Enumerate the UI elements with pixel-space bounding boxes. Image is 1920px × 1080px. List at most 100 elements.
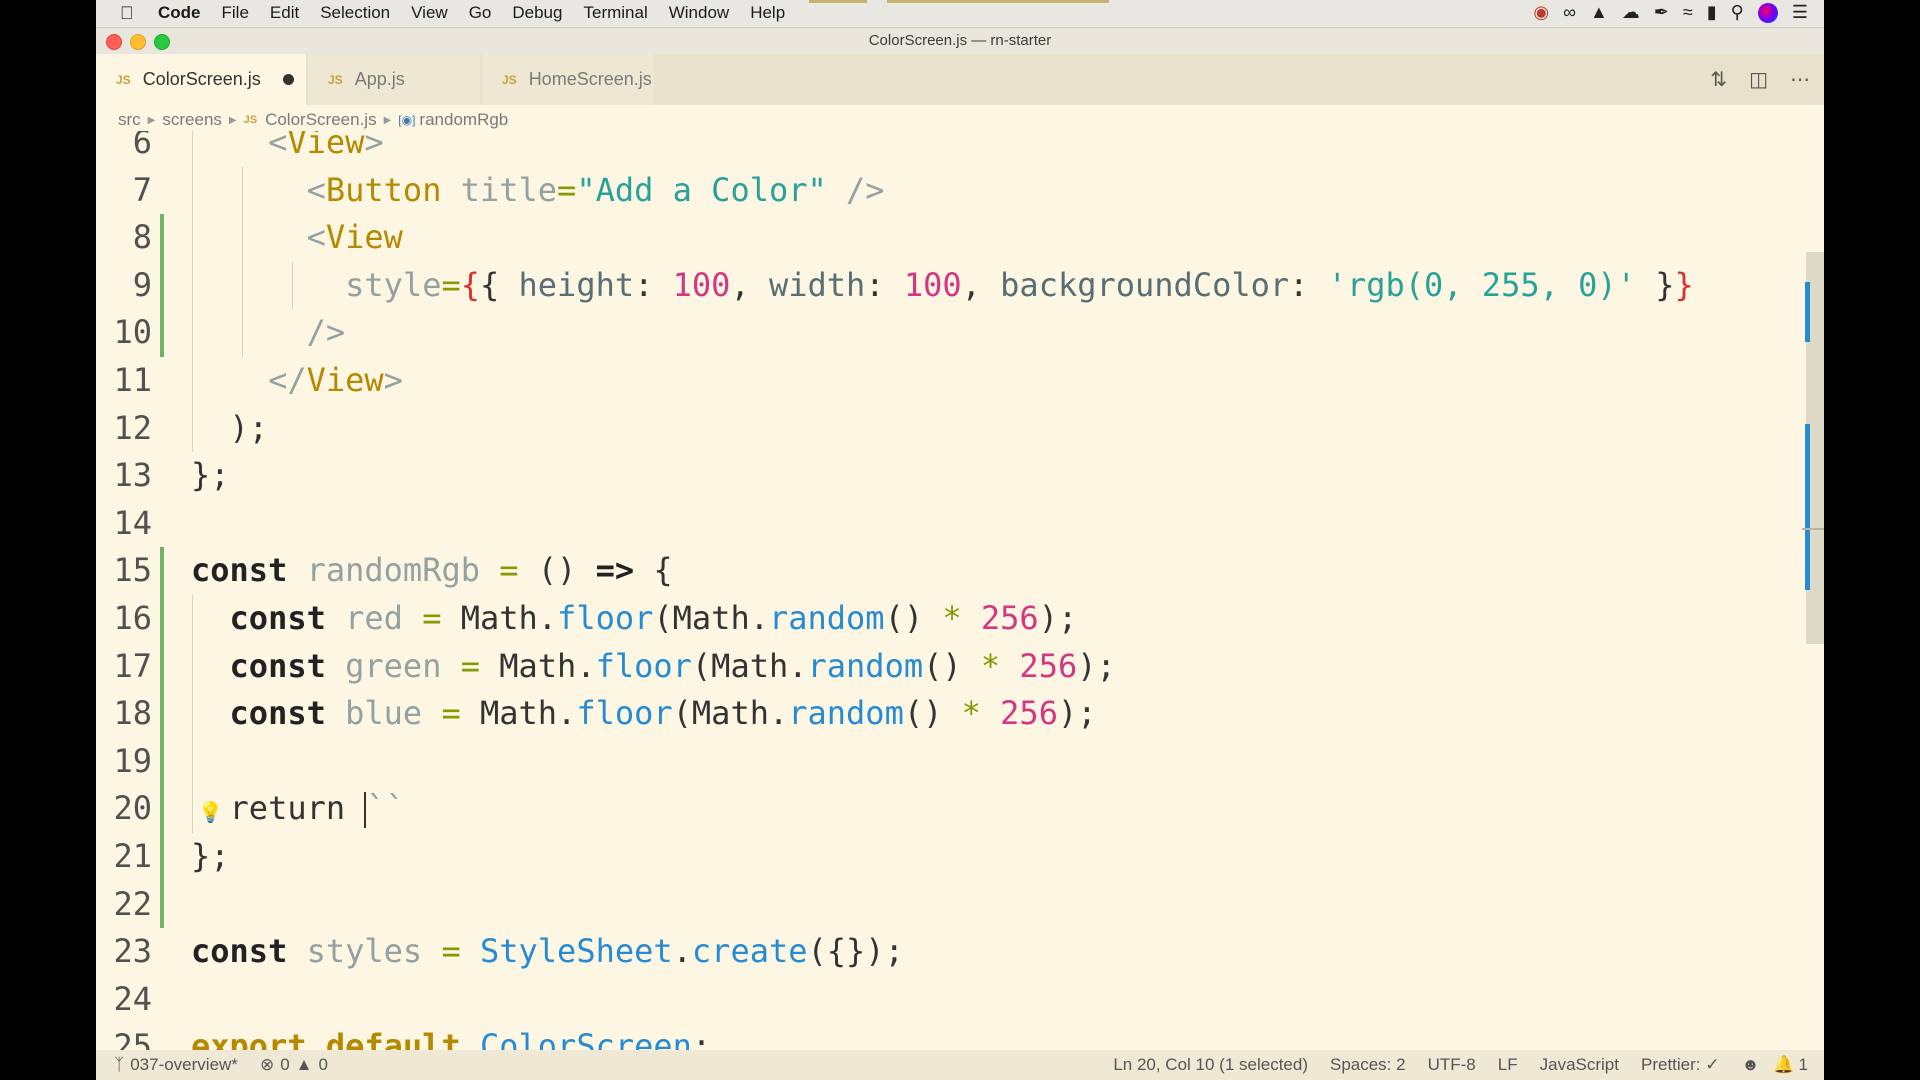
git-modified-marker[interactable] — [160, 642, 164, 691]
git-modified-marker[interactable] — [160, 309, 164, 357]
code-text[interactable]: <Button title="Add a Color" /> — [191, 167, 885, 215]
cloud-icon[interactable]: ☁ — [1622, 2, 1640, 23]
more-actions-icon[interactable]: ⋯ — [1790, 67, 1810, 91]
code-text[interactable]: ); — [191, 405, 269, 453]
git-modified-marker[interactable] — [160, 690, 164, 738]
breadcrumb-src[interactable]: src — [118, 110, 141, 130]
indentation[interactable]: Spaces: 2 — [1330, 1055, 1406, 1075]
line-number[interactable]: 7 — [96, 167, 152, 215]
breadcrumb-symbol[interactable]: randomRgb — [419, 110, 508, 130]
menu-item-view[interactable]: View — [411, 3, 448, 23]
code-text[interactable]: <View — [191, 214, 403, 262]
line-number[interactable]: 11 — [96, 357, 152, 405]
cursor-position[interactable]: Ln 20, Col 10 (1 selected) — [1113, 1055, 1308, 1075]
code-text[interactable]: }; — [191, 833, 230, 881]
error-count[interactable]: 0 — [280, 1055, 289, 1075]
line-number[interactable]: 8 — [96, 214, 152, 262]
line-number[interactable]: 10 — [96, 309, 152, 357]
bell-icon[interactable]: 🔔 — [1773, 1055, 1794, 1075]
code-text[interactable]: export default ColorScreen; — [191, 1023, 711, 1050]
window-title: ColorScreen.js — rn-starter — [868, 32, 1052, 49]
line-number[interactable]: 15 — [96, 547, 152, 595]
line-number[interactable]: 14 — [96, 500, 152, 548]
notification-count[interactable]: 1 — [1799, 1055, 1808, 1075]
git-modified-marker[interactable] — [160, 594, 164, 643]
apple-icon[interactable]:  — [120, 3, 134, 24]
menu-item-debug[interactable]: Debug — [512, 3, 562, 23]
tab-colorscreen[interactable]: JS ColorScreen.js — [96, 54, 306, 105]
line-number[interactable]: 19 — [96, 738, 152, 786]
encoding[interactable]: UTF-8 — [1428, 1055, 1476, 1075]
code-text[interactable]: const green = Math.floor(Math.random() *… — [191, 643, 1116, 691]
menu-item-file[interactable]: File — [222, 3, 249, 23]
code-text[interactable]: }; — [191, 452, 230, 500]
end-of-line[interactable]: LF — [1498, 1055, 1518, 1075]
tab-homescreen[interactable]: JS HomeScreen.js — [482, 54, 654, 105]
code-text[interactable]: <View> — [191, 131, 384, 167]
line-number[interactable]: 13 — [96, 452, 152, 500]
menu-item-edit[interactable]: Edit — [270, 3, 299, 23]
variable-symbol-icon: [◉] — [398, 113, 416, 127]
unsaved-dot-icon[interactable] — [283, 74, 294, 85]
line-number[interactable]: 18 — [96, 690, 152, 738]
line-number[interactable]: 16 — [96, 595, 152, 643]
menu-item-terminal[interactable]: Terminal — [583, 3, 647, 23]
wifi-icon[interactable]: ≈ — [1683, 2, 1693, 23]
git-modified-marker[interactable] — [160, 832, 164, 881]
code-text[interactable]: return `` — [191, 785, 405, 833]
git-modified-marker[interactable] — [160, 785, 164, 833]
git-modified-marker[interactable] — [160, 261, 164, 310]
line-number[interactable]: 17 — [96, 643, 152, 691]
menu-item-selection[interactable]: Selection — [320, 3, 390, 23]
close-window-button[interactable] — [106, 34, 122, 50]
git-modified-marker[interactable] — [160, 880, 164, 929]
git-branch[interactable]: 037-overview* — [130, 1055, 238, 1075]
line-number[interactable]: 9 — [96, 262, 152, 310]
code-text[interactable]: const blue = Math.floor(Math.random() * … — [191, 690, 1097, 738]
error-icon[interactable]: ⊗ — [260, 1055, 274, 1075]
indent-guide — [192, 737, 193, 786]
breadcrumb-file[interactable]: ColorScreen.js — [265, 110, 377, 130]
battery-icon[interactable]: ▮ — [1707, 2, 1717, 23]
minimize-window-button[interactable] — [130, 34, 146, 50]
language-mode[interactable]: JavaScript — [1540, 1055, 1619, 1075]
line-number[interactable]: 24 — [96, 976, 152, 1024]
line-number[interactable]: 25 — [96, 1023, 152, 1050]
warning-icon[interactable]: ▲ — [296, 1055, 313, 1075]
code-text[interactable]: const styles = StyleSheet.create({}); — [191, 928, 904, 976]
warning-count[interactable]: 0 — [318, 1055, 327, 1075]
siri-icon[interactable] — [1757, 2, 1778, 23]
line-number[interactable]: 23 — [96, 928, 152, 976]
line-number[interactable]: 20 — [96, 785, 152, 833]
feedback-smiley-icon[interactable]: ☻ — [1741, 1055, 1759, 1075]
git-modified-marker[interactable] — [160, 547, 164, 595]
prettier-status[interactable]: Prettier: ✓ — [1641, 1055, 1719, 1075]
menu-item-code[interactable]: Code — [158, 3, 201, 23]
feather-icon[interactable]: ✒ — [1654, 2, 1669, 23]
line-number[interactable]: 21 — [96, 833, 152, 881]
line-number[interactable]: 6 — [96, 131, 152, 167]
git-modified-marker[interactable] — [160, 737, 164, 786]
open-changes-icon[interactable]: ⇅ — [1710, 67, 1727, 91]
code-text[interactable]: const red = Math.floor(Math.random() * 2… — [191, 595, 1078, 643]
menu-item-window[interactable]: Window — [669, 3, 729, 23]
breadcrumb-screens[interactable]: screens — [162, 110, 222, 130]
line-number[interactable]: 12 — [96, 405, 152, 453]
elephant-icon[interactable]: ▲ — [1590, 2, 1608, 23]
code-text[interactable]: const randomRgb = () => { — [191, 547, 673, 595]
notification-center-icon[interactable]: ☰ — [1792, 2, 1808, 23]
code-text[interactable]: /> — [191, 309, 346, 357]
code-text[interactable]: </View> — [191, 357, 403, 405]
glasses-icon[interactable]: ∞ — [1563, 2, 1576, 23]
menu-item-go[interactable]: Go — [469, 3, 492, 23]
code-text[interactable]: style={{ height: 100, width: 100, backgr… — [191, 262, 1694, 310]
maximize-window-button[interactable] — [154, 34, 170, 50]
menu-item-help[interactable]: Help — [750, 3, 785, 23]
code-editor[interactable]: 6 <View> 7 <Button title="Add a Color" />… — [96, 131, 1824, 1050]
line-number[interactable]: 22 — [96, 881, 152, 929]
git-modified-marker[interactable] — [160, 214, 164, 262]
split-editor-icon[interactable]: ◫ — [1749, 67, 1768, 91]
search-icon[interactable]: ⚲ — [1731, 2, 1744, 23]
tab-app[interactable]: JS App.js — [308, 54, 480, 105]
record-icon[interactable]: ◉ — [1533, 2, 1549, 23]
